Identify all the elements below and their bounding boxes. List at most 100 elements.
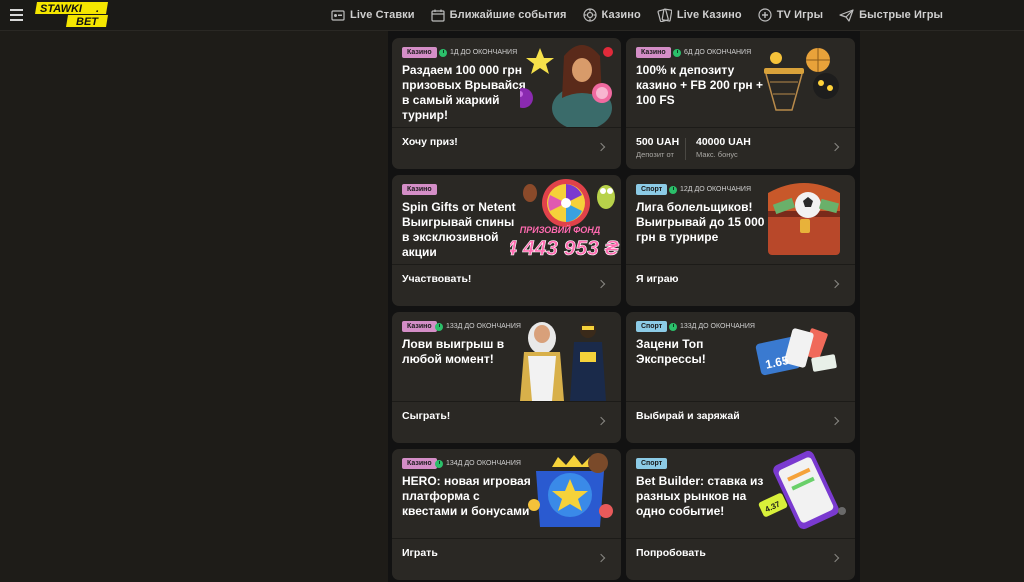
category-badge: Казино (402, 321, 437, 332)
nav-label: Live Ставки (350, 9, 415, 21)
card-divider (392, 127, 621, 128)
category-badge: Казино (402, 458, 437, 469)
promo-stat-max-bonus: 40000 UAH Макс. бонус (696, 136, 751, 159)
chevron-right-icon[interactable] (596, 416, 606, 426)
nav-label: Быстрые Игры (859, 9, 944, 21)
promo-card[interactable]: Казино 6Д ДО ОКОНЧАНИЯ 100% к депозиту к… (626, 38, 855, 169)
svg-text:.: . (96, 3, 99, 15)
promo-title: Лига болельщиков! Выигрывай до 15 000 гр… (636, 200, 765, 244)
left-background (0, 31, 388, 582)
clock-icon (669, 322, 677, 331)
top-bar: STAWKI . BET Live Ставки Ближайшие событ… (0, 0, 1024, 31)
basketball-hoop-illustration (764, 48, 839, 111)
promo-timer: 133Д ДО ОКОНЧАНИЯ (669, 321, 755, 332)
category-badge: Спорт (636, 458, 668, 469)
promo-title: Bet Builder: ставка из разных рынков на … (636, 474, 764, 518)
timer-text: 6Д ДО ОКОНЧАНИЯ (684, 49, 752, 56)
promo-cta[interactable]: Участвовать! (402, 273, 471, 285)
prize-fund-caption: ПРИЗОВИЙ ФОНД (520, 224, 601, 235)
stat-value: 500 UAH (636, 136, 680, 148)
promo-cta[interactable]: Попробовать (636, 547, 706, 559)
timer-text: 134Д ДО ОКОНЧАНИЯ (446, 460, 521, 467)
live-casino-icon (657, 8, 672, 22)
paper-plane-icon (839, 8, 854, 22)
clock-icon (439, 48, 447, 57)
promo-timer: 6Д ДО ОКОНЧАНИЯ (673, 47, 751, 58)
chevron-right-icon[interactable] (596, 142, 606, 152)
card-divider (392, 538, 621, 539)
chevron-right-icon[interactable] (596, 553, 606, 563)
card-divider (392, 401, 621, 402)
clock-icon (669, 185, 677, 194)
promo-card[interactable]: Казино 133Д ДО ОКОНЧАНИЯ Лови выигрыш в … (392, 312, 621, 443)
category-badge: Спорт (636, 184, 668, 195)
clock-icon (435, 459, 443, 468)
prize-fund-amount: 4 443 953 ₴ (510, 237, 620, 260)
category-badge: Спорт (636, 321, 668, 332)
nav-label: Казино (601, 9, 641, 21)
nav-fast-games[interactable]: Быстрые Игры (839, 0, 943, 30)
promo-cta[interactable]: Хочу приз! (402, 136, 458, 148)
promo-cta[interactable]: Выбирай и заряжай (636, 410, 740, 422)
promo-cta[interactable]: Играть (402, 547, 438, 559)
tv-games-icon (758, 8, 772, 22)
chevron-right-icon[interactable] (830, 416, 840, 426)
chevron-right-icon[interactable] (596, 279, 606, 289)
promo-card[interactable]: Казино 134Д ДО ОКОНЧАНИЯ HERO: новая игр… (392, 449, 621, 580)
promo-timer: 133Д ДО ОКОНЧАНИЯ (435, 321, 521, 332)
promo-card[interactable]: Казино Spin Gifts от Netent Выигрывай сп… (392, 175, 621, 306)
tournament-queen-illustration (520, 45, 613, 127)
calendar-icon (431, 9, 445, 22)
right-background (860, 31, 1024, 582)
promo-title: Spin Gifts от Netent Выигрывай спины в э… (402, 200, 516, 259)
chevron-right-icon[interactable] (830, 553, 840, 563)
nav-label: TV Игры (776, 9, 824, 21)
nav-live-casino[interactable]: Live Казино (657, 0, 742, 30)
promo-timer: 12Д ДО ОКОНЧАНИЯ (669, 184, 751, 195)
promo-card[interactable]: Спорт 133Д ДО ОКОНЧАНИЯ Зацени Топ Экспр… (626, 312, 855, 443)
promo-card[interactable]: Спорт Bet Builder: ставка из разных рынк… (626, 449, 855, 580)
treasure-chest-illustration (768, 183, 840, 255)
nav-upcoming-events[interactable]: Ближайшие события (431, 0, 567, 30)
card-divider (392, 264, 621, 265)
promo-title: Лови выигрыш в любой момент! (402, 337, 505, 366)
promo-card[interactable]: Казино 1Д ДО ОКОНЧАНИЯ Раздаем 100 000 г… (392, 38, 621, 169)
logo-text-top: STAWKI (40, 3, 83, 15)
nav-label: Live Казино (676, 9, 742, 21)
stawki-bet-logo[interactable]: STAWKI . BET (34, 1, 109, 28)
chevron-right-icon[interactable] (830, 142, 840, 152)
card-divider (626, 264, 855, 265)
live-bets-icon (331, 10, 345, 21)
card-divider (626, 401, 855, 402)
promo-title: HERO: новая игровая платформа с квестами… (402, 474, 531, 518)
hero-platform-illustration (528, 453, 613, 527)
timer-text: 133Д ДО ОКОНЧАНИЯ (446, 323, 521, 330)
category-badge: Казино (402, 184, 437, 195)
logo-text-bottom: BET (76, 16, 99, 28)
timer-text: 1Д ДО ОКОНЧАНИЯ (450, 49, 518, 56)
card-divider (626, 538, 855, 539)
promo-card[interactable]: Спорт 12Д ДО ОКОНЧАНИЯ Лига болельщиков!… (626, 175, 855, 306)
promo-cta[interactable]: Сыграть! (402, 410, 450, 422)
category-badge: Казино (636, 47, 671, 58)
timer-text: 12Д ДО ОКОНЧАНИЯ (680, 186, 752, 193)
nav-live-bets[interactable]: Live Ставки (331, 0, 415, 30)
chevron-right-icon[interactable] (830, 279, 840, 289)
promo-cta[interactable]: Я играю (636, 273, 679, 285)
promo-timer: 134Д ДО ОКОНЧАНИЯ (435, 458, 521, 469)
clock-icon (435, 322, 443, 331)
promo-timer: 1Д ДО ОКОНЧАНИЯ (439, 47, 517, 58)
main-nav: Live Ставки Ближайшие события Казино Liv… (331, 0, 959, 30)
stat-value: 40000 UAH (696, 136, 751, 148)
promo-title: 100% к депозиту казино + FB 200 грн + 10… (636, 63, 764, 107)
stat-divider (685, 138, 686, 160)
promo-stat-min-deposit: 500 UAH Депозит от (636, 136, 679, 159)
category-badge: Казино (402, 47, 437, 58)
bet-builder-phone-illustration: 4.37 (758, 450, 846, 530)
clock-icon (673, 48, 681, 57)
nav-label: Ближайшие события (449, 9, 567, 21)
nav-tv-games[interactable]: TV Игры (758, 0, 823, 30)
menu-icon[interactable] (10, 9, 23, 21)
nav-casino[interactable]: Казино (582, 0, 641, 30)
spin-gifts-wheel-illustration: ПРИЗОВИЙ ФОНД 4 443 953 ₴ (510, 179, 620, 260)
